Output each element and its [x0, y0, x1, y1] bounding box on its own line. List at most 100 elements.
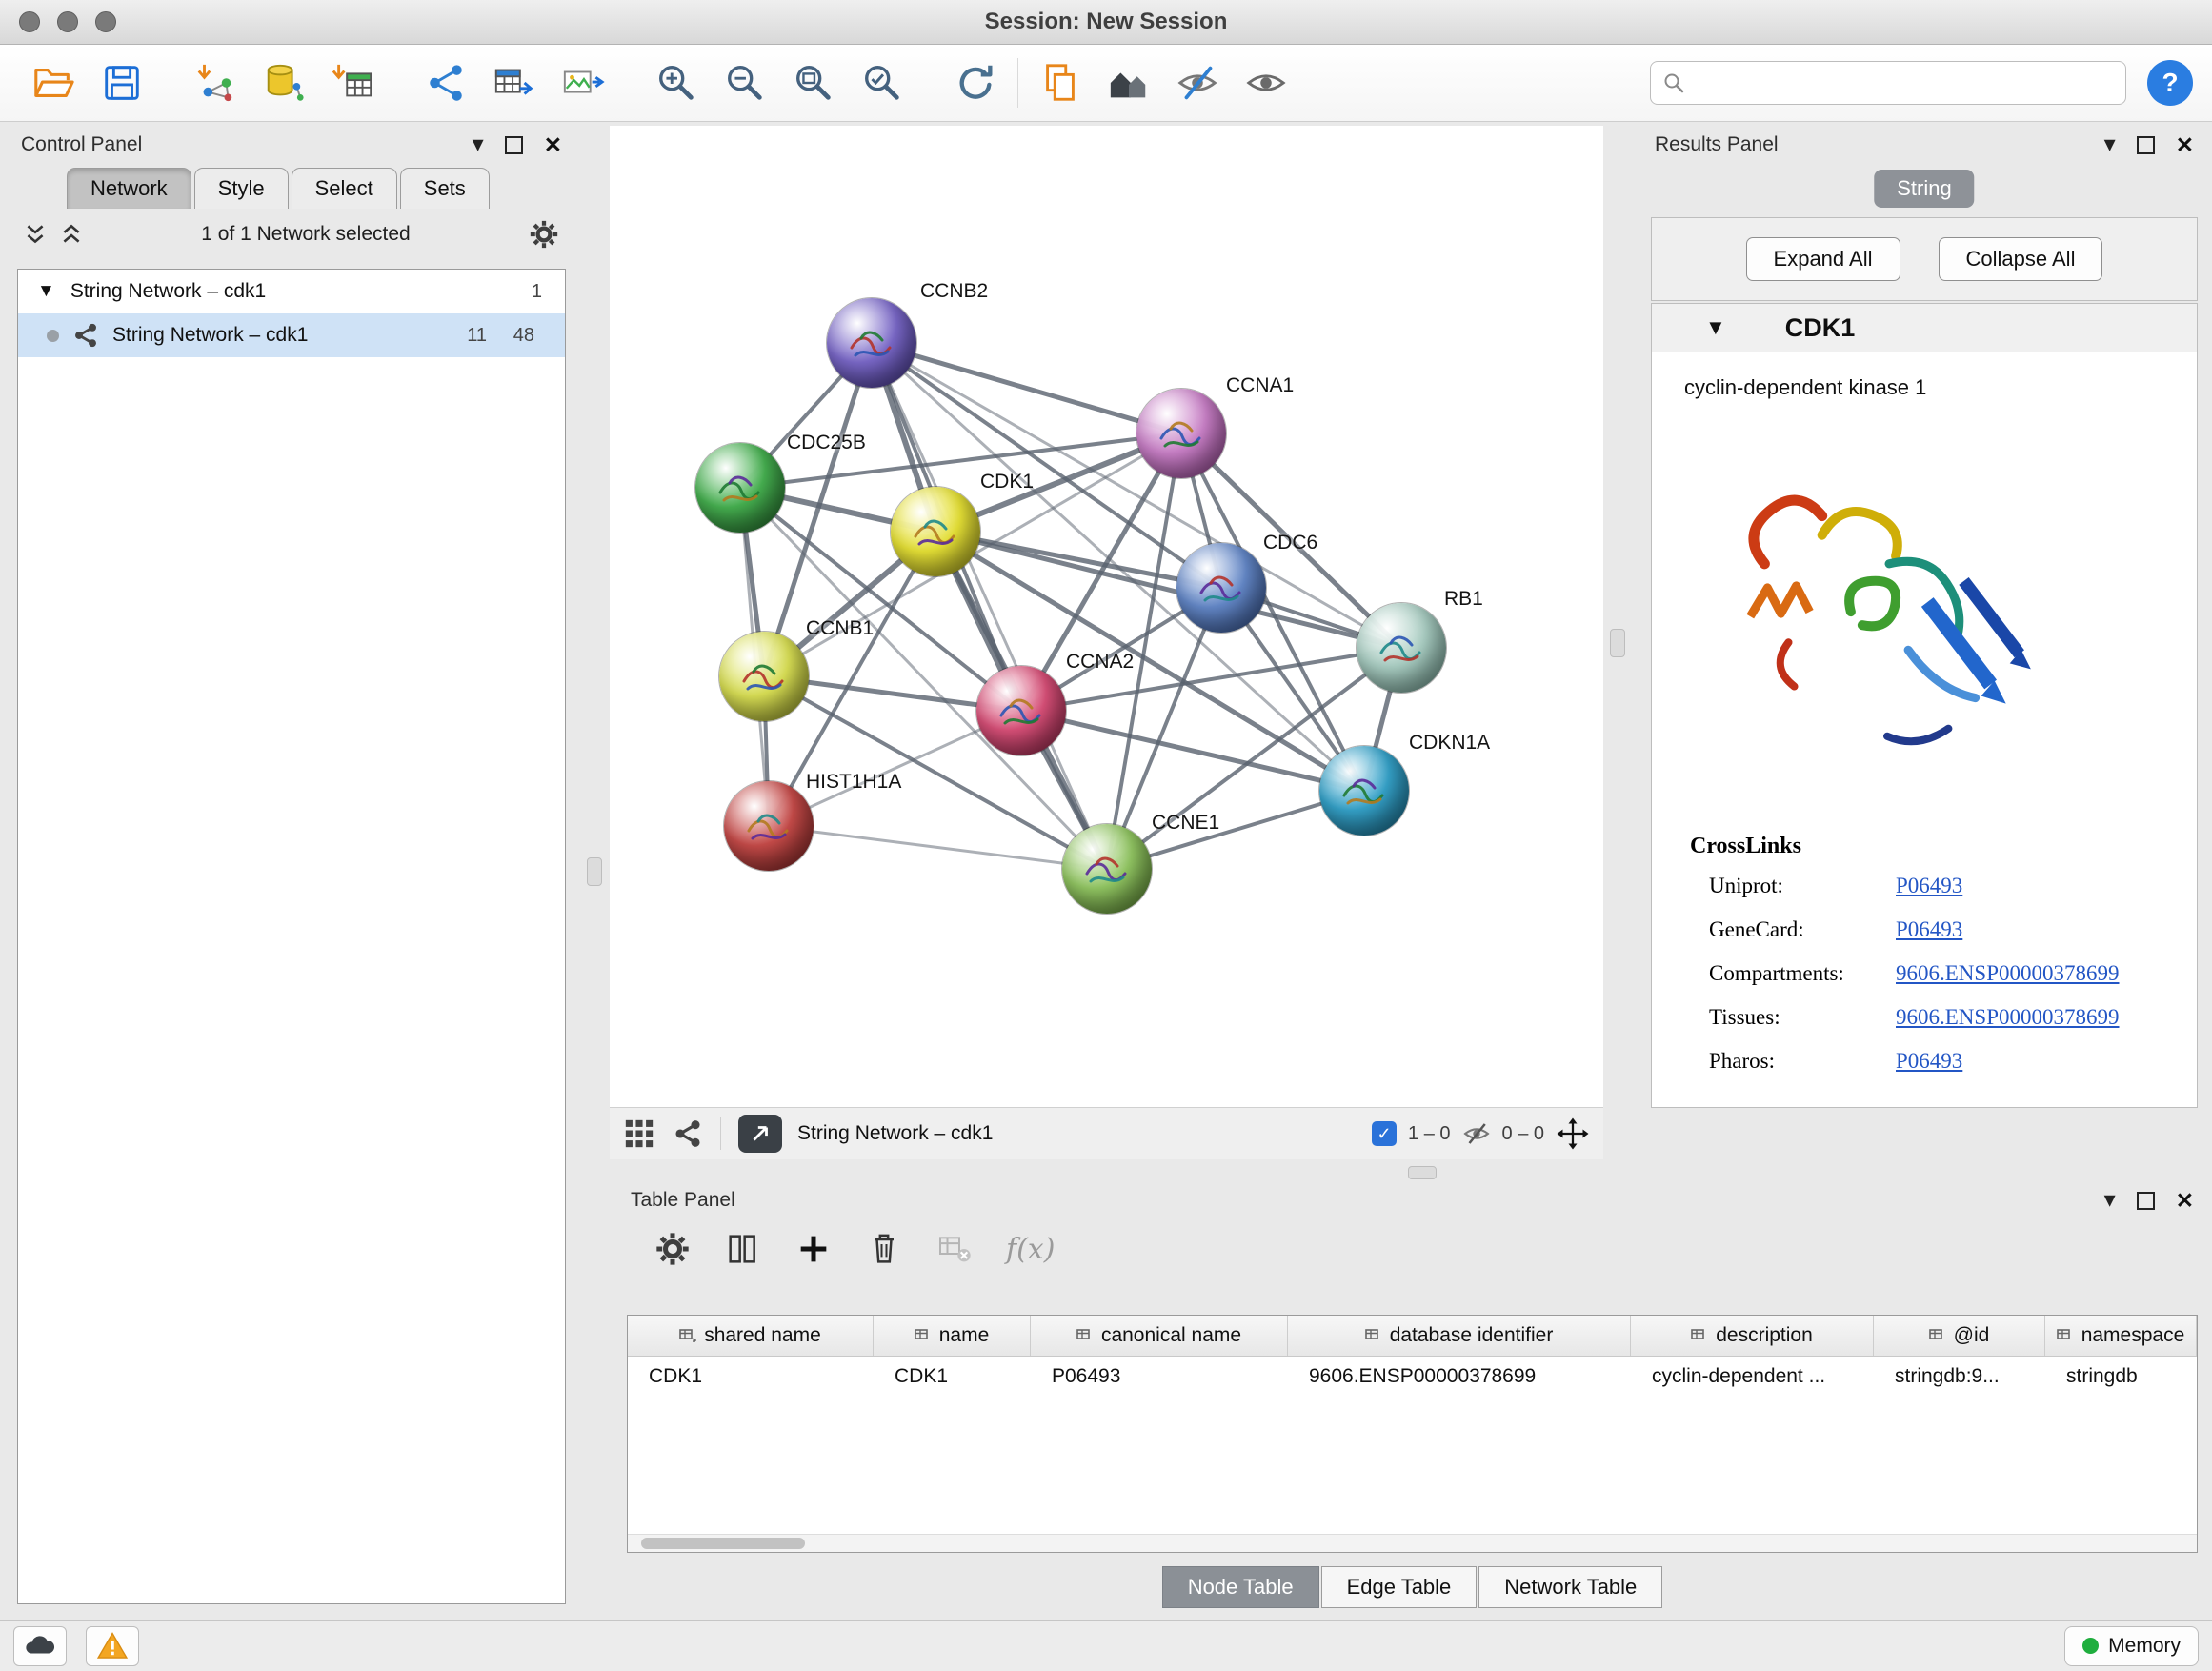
- tab-node-table[interactable]: Node Table: [1162, 1566, 1319, 1608]
- memory-button[interactable]: Memory: [2064, 1626, 2199, 1666]
- column-header-namespace[interactable]: namespace: [2045, 1316, 2197, 1356]
- panel-close-icon[interactable]: ✕: [2176, 134, 2194, 156]
- expand-all-button[interactable]: Expand All: [1746, 237, 1900, 281]
- splitter-handle-left[interactable]: [587, 857, 602, 886]
- new-network-button[interactable]: [412, 51, 480, 114]
- expand-all-icon[interactable]: [59, 222, 84, 247]
- string-tab-badge[interactable]: String: [1874, 170, 1974, 208]
- cell-shared-name[interactable]: CDK1: [628, 1365, 874, 1388]
- network-node-cdk1[interactable]: [891, 487, 980, 576]
- cell-id[interactable]: stringdb:9...: [1874, 1365, 2045, 1388]
- gear-icon[interactable]: [528, 218, 560, 251]
- panel-float-icon[interactable]: [2137, 136, 2155, 154]
- panel-menu-icon[interactable]: ▾: [2104, 133, 2116, 156]
- zoom-out-button[interactable]: [711, 51, 779, 114]
- hidden-eye-icon[interactable]: [1462, 1119, 1491, 1148]
- tree-expander-icon[interactable]: ▼: [37, 281, 55, 302]
- splitter-handle-right[interactable]: [1610, 629, 1625, 657]
- column-header-canonical-name[interactable]: canonical name: [1031, 1316, 1288, 1356]
- save-session-button[interactable]: [88, 51, 156, 114]
- column-header-name[interactable]: name: [874, 1316, 1031, 1356]
- network-node-cdc25b[interactable]: [695, 443, 785, 533]
- export-table-button[interactable]: [480, 51, 549, 114]
- show-graphics-details-button[interactable]: [1232, 51, 1300, 114]
- network-node-cdkn1a[interactable]: [1319, 746, 1409, 836]
- open-session-button[interactable]: [19, 51, 88, 114]
- network-node-ccnb1[interactable]: [719, 632, 809, 721]
- tab-network-table[interactable]: Network Table: [1478, 1566, 1662, 1608]
- hide-graphics-details-button[interactable]: [1163, 51, 1232, 114]
- search-box[interactable]: [1650, 61, 2126, 105]
- tab-network[interactable]: Network: [67, 168, 191, 209]
- copy-button[interactable]: [1026, 51, 1095, 114]
- column-label: canonical name: [1101, 1324, 1241, 1347]
- search-input[interactable]: [1693, 70, 2114, 95]
- zoom-in-button[interactable]: [642, 51, 711, 114]
- network-canvas[interactable]: CCNB2CCNA1CDC25BCDK1CDC6RB1CCNB1CCNA2CDK…: [610, 126, 1603, 1107]
- network-node-ccnb2[interactable]: [827, 298, 916, 388]
- zoom-selected-button[interactable]: [848, 51, 916, 114]
- help-button[interactable]: ?: [2147, 60, 2193, 106]
- add-column-icon[interactable]: [794, 1230, 833, 1268]
- network-overview-button[interactable]: [673, 1118, 703, 1149]
- tab-edge-table[interactable]: Edge Table: [1321, 1566, 1478, 1608]
- tab-select[interactable]: Select: [292, 168, 397, 209]
- zoom-fit-button[interactable]: [779, 51, 848, 114]
- overview-button[interactable]: [1095, 51, 1163, 114]
- crosslink-link[interactable]: P06493: [1896, 1049, 1962, 1073]
- delete-column-icon[interactable]: [865, 1230, 903, 1268]
- export-image-button[interactable]: [549, 51, 617, 114]
- birds-eye-view-button[interactable]: [623, 1117, 655, 1150]
- cloud-button[interactable]: [13, 1626, 67, 1666]
- tab-style[interactable]: Style: [194, 168, 289, 209]
- import-table-from-file-button[interactable]: [318, 51, 387, 114]
- gene-section-header[interactable]: ▼ CDK1: [1652, 304, 2197, 352]
- cell-name[interactable]: CDK1: [874, 1365, 1031, 1388]
- network-row-selected[interactable]: String Network – cdk1 11 48: [18, 313, 565, 357]
- panel-float-icon[interactable]: [2137, 1192, 2155, 1210]
- panel-close-icon[interactable]: ✕: [2176, 1190, 2194, 1212]
- panel-float-icon[interactable]: [505, 136, 523, 154]
- panel-menu-icon[interactable]: ▾: [2104, 1189, 2116, 1212]
- table-row[interactable]: CDK1 CDK1 P06493 9606.ENSP00000378699 cy…: [628, 1357, 2197, 1397]
- network-collection-row[interactable]: ▼ String Network – cdk1 1: [18, 270, 565, 313]
- column-sort-icon: [1365, 1327, 1382, 1344]
- cell-description[interactable]: cyclin-dependent ...: [1631, 1365, 1874, 1388]
- column-header-shared-name[interactable]: shared name: [628, 1316, 874, 1356]
- column-header-id[interactable]: @id: [1874, 1316, 2045, 1356]
- crosslink-link[interactable]: P06493: [1896, 874, 1962, 897]
- cell-namespace[interactable]: stringdb: [2045, 1365, 2197, 1388]
- network-node-ccne1[interactable]: [1062, 824, 1152, 914]
- collapse-all-icon[interactable]: [23, 222, 48, 247]
- cell-database-identifier[interactable]: 9606.ENSP00000378699: [1288, 1365, 1631, 1388]
- scrollbar-thumb[interactable]: [641, 1538, 805, 1549]
- network-node-cdc6[interactable]: [1176, 543, 1266, 633]
- crosslink-link[interactable]: P06493: [1896, 917, 1962, 941]
- panel-menu-icon[interactable]: ▾: [473, 133, 484, 156]
- network-node-hist1h1a[interactable]: [724, 781, 814, 871]
- network-node-ccna1[interactable]: [1136, 389, 1226, 478]
- refresh-button[interactable]: [941, 51, 1010, 114]
- column-header-description[interactable]: description: [1631, 1316, 1874, 1356]
- column-header-database-identifier[interactable]: database identifier: [1288, 1316, 1631, 1356]
- gear-icon[interactable]: [654, 1230, 692, 1268]
- selected-nodes-checkbox-icon[interactable]: ✓: [1372, 1121, 1397, 1146]
- collapse-all-button[interactable]: Collapse All: [1939, 237, 2103, 281]
- section-collapse-icon[interactable]: ▼: [1705, 315, 1726, 340]
- import-network-from-file-button[interactable]: [181, 51, 250, 114]
- panel-close-icon[interactable]: ✕: [544, 134, 562, 156]
- network-node-ccna2[interactable]: [976, 666, 1066, 755]
- warnings-button[interactable]: [86, 1626, 139, 1666]
- cell-canonical-name[interactable]: P06493: [1031, 1365, 1288, 1388]
- open-in-window-button[interactable]: [738, 1115, 782, 1153]
- move-crosshair-icon[interactable]: [1556, 1117, 1590, 1151]
- crosslink-link[interactable]: 9606.ENSP00000378699: [1896, 1005, 2120, 1029]
- crosslink-link[interactable]: 9606.ENSP00000378699: [1896, 961, 2120, 985]
- splitter-handle-bottom[interactable]: [1408, 1166, 1437, 1179]
- columns-icon[interactable]: [724, 1230, 762, 1268]
- network-node-rb1[interactable]: [1357, 603, 1446, 693]
- import-network-from-database-button[interactable]: [250, 51, 318, 114]
- horizontal-scrollbar[interactable]: [628, 1534, 2197, 1552]
- node-table[interactable]: shared name name canonical name database…: [627, 1315, 2198, 1553]
- tab-sets[interactable]: Sets: [400, 168, 490, 209]
